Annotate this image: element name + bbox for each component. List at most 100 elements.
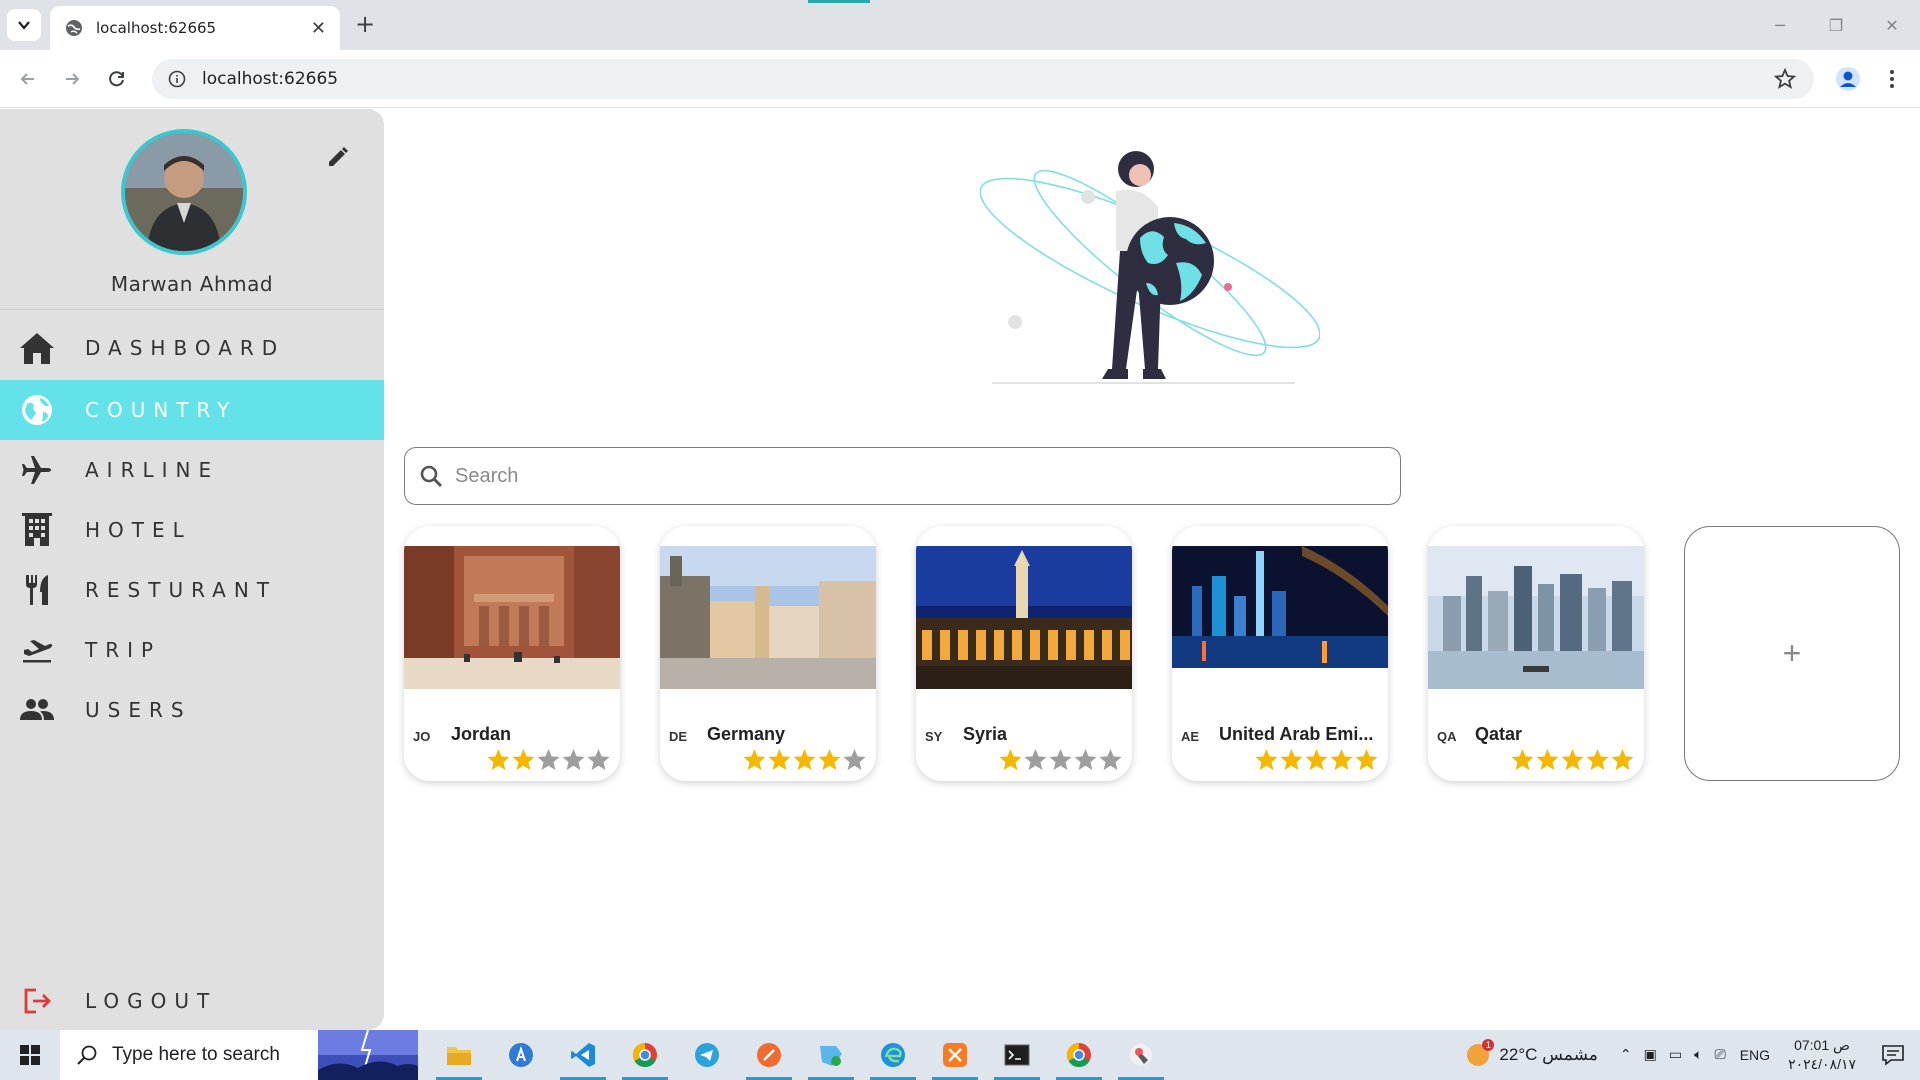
- sidebar-item-users[interactable]: USERS: [0, 680, 384, 740]
- country-card-germany[interactable]: DE Germany: [660, 526, 876, 781]
- chevron-up-icon[interactable]: ⌃: [1620, 1047, 1632, 1063]
- star-filled-icon: [1255, 749, 1278, 770]
- search-highlight-art: [318, 1030, 418, 1080]
- flutter-app-taskbar-icon[interactable]: [1110, 1030, 1172, 1080]
- browser-menu-button[interactable]: [1876, 63, 1908, 95]
- home-icon: [17, 328, 57, 368]
- star-filled-icon: [768, 749, 791, 770]
- country-card-jordan[interactable]: JO Jordan: [404, 526, 620, 781]
- tab-search-button[interactable]: [7, 9, 41, 41]
- country-card-qatar[interactable]: QA Qatar: [1428, 526, 1644, 781]
- edit-profile-button[interactable]: [322, 141, 354, 173]
- star-empty-icon: [1049, 749, 1072, 770]
- address-bar[interactable]: localhost:62665: [152, 59, 1814, 99]
- taskbar-search[interactable]: [60, 1030, 418, 1080]
- language-indicator[interactable]: ENG: [1740, 1047, 1770, 1063]
- chrome-taskbar-icon[interactable]: [614, 1030, 676, 1080]
- star-filled-icon: [1586, 749, 1609, 770]
- browser-toolbar: localhost:62665: [0, 50, 1920, 108]
- building-icon: [17, 510, 57, 550]
- arrow-right-icon: [66, 73, 80, 85]
- vscode-taskbar-icon[interactable]: [552, 1030, 614, 1080]
- terminal-taskbar-icon[interactable]: [986, 1030, 1048, 1080]
- site-info-icon[interactable]: [168, 70, 186, 88]
- star-filled-icon: [1355, 749, 1378, 770]
- country-name: Jordan: [451, 724, 512, 744]
- sidebar-item-label: COUNTRY: [85, 398, 238, 422]
- star-filled-icon: [1561, 749, 1584, 770]
- speaker-icon[interactable]: 🔈︎: [1694, 1047, 1702, 1063]
- file-explorer-taskbar-icon[interactable]: [428, 1030, 490, 1080]
- profile-button[interactable]: [1832, 63, 1864, 95]
- profile-icon: [1836, 67, 1860, 91]
- battery-icon[interactable]: ▭: [1669, 1047, 1682, 1063]
- star-filled-icon: [1330, 749, 1353, 770]
- sidebar-item-hotel[interactable]: HOTEL: [0, 500, 384, 560]
- new-tab-button[interactable]: +: [352, 12, 378, 38]
- star-filled-icon: [512, 749, 535, 770]
- logout-button[interactable]: LOGOUT: [0, 971, 384, 1031]
- xampp-taskbar-icon[interactable]: [924, 1030, 986, 1080]
- start-button[interactable]: [0, 1030, 60, 1080]
- pencil-icon: [329, 147, 348, 166]
- sidebar-item-country[interactable]: COUNTRY: [0, 380, 384, 440]
- sidebar-item-label: TRIP: [85, 638, 162, 662]
- forward-button[interactable]: [56, 63, 88, 95]
- weather-widget[interactable]: 22°C مشمس: [1467, 1039, 1598, 1066]
- country-code: DE: [669, 729, 688, 744]
- more-vert-icon: [1890, 70, 1894, 88]
- clock[interactable]: 07:01 ص ٢٠٢٤/٠٨/١٧: [1788, 1036, 1856, 1074]
- country-photo: [1172, 546, 1388, 689]
- avatar[interactable]: [121, 129, 247, 255]
- country-photo: [660, 546, 876, 689]
- sidebar-item-dashboard[interactable]: DASHBOARD: [0, 318, 384, 378]
- minimize-icon[interactable]: ─: [1752, 0, 1808, 50]
- globe-icon: [17, 390, 57, 430]
- star-empty-icon: [537, 749, 560, 770]
- country-card-syria[interactable]: SY Syria: [916, 526, 1132, 781]
- logout-label: LOGOUT: [85, 989, 218, 1013]
- taskbar-search-input[interactable]: [112, 1044, 312, 1066]
- add-country-button[interactable]: +: [1684, 526, 1900, 781]
- weather-sun-icon: [1467, 1039, 1495, 1066]
- weather-text: 22°C مشمس: [1499, 1045, 1598, 1064]
- bookmark-star-icon[interactable]: [1774, 68, 1796, 90]
- tab-close-icon[interactable]: ✕: [311, 18, 326, 39]
- dart-devtools-taskbar-icon[interactable]: [800, 1030, 862, 1080]
- star-empty-icon: [843, 749, 866, 770]
- close-window-icon[interactable]: ✕: [1864, 0, 1920, 50]
- app-store-taskbar-icon[interactable]: [490, 1030, 552, 1080]
- sidebar-item-trip[interactable]: TRIP: [0, 620, 384, 680]
- logout-icon: [17, 981, 57, 1021]
- network-icon[interactable]: ⎚: [1715, 1047, 1726, 1063]
- star-empty-icon: [1024, 749, 1047, 770]
- sidebar-divider: [0, 309, 384, 310]
- reload-button[interactable]: [101, 63, 133, 95]
- notification-center-icon[interactable]: [1878, 1040, 1908, 1070]
- postman-taskbar-icon[interactable]: [738, 1030, 800, 1080]
- meet-now-icon[interactable]: ▣: [1644, 1047, 1657, 1063]
- country-photo: [404, 546, 620, 689]
- country-card-united-arab-emirates[interactable]: AE United Arab Emi...: [1172, 526, 1388, 781]
- search-input[interactable]: [455, 464, 1355, 488]
- clock-time: 07:01 ص: [1794, 1037, 1850, 1053]
- sidebar-item-airline[interactable]: AIRLINE: [0, 440, 384, 500]
- users-icon: [17, 690, 57, 730]
- globe-favicon-icon: [66, 20, 82, 36]
- back-button[interactable]: [12, 63, 44, 95]
- restore-icon[interactable]: ❐: [1808, 0, 1864, 50]
- star-empty-icon: [587, 749, 610, 770]
- sidebar-item-resturant[interactable]: RESTURANT: [0, 560, 384, 620]
- search-bar[interactable]: [404, 447, 1401, 505]
- edge-taskbar-icon[interactable]: [862, 1030, 924, 1080]
- browser-tab[interactable]: localhost:62665 ✕: [50, 6, 340, 50]
- telegram-taskbar-icon[interactable]: [676, 1030, 738, 1080]
- tab-title: localhost:62665: [96, 19, 217, 37]
- chrome-profile-taskbar-icon[interactable]: [1048, 1030, 1110, 1080]
- user-name: Marwan Ahmad: [110, 272, 274, 296]
- search-icon: [77, 1045, 97, 1065]
- browser-tab-strip: localhost:62665 ✕ + ─ ❐ ✕: [0, 0, 1920, 50]
- sidebar-item-label: DASHBOARD: [85, 336, 286, 360]
- country-name: Germany: [707, 724, 786, 744]
- star-filled-icon: [1280, 749, 1303, 770]
